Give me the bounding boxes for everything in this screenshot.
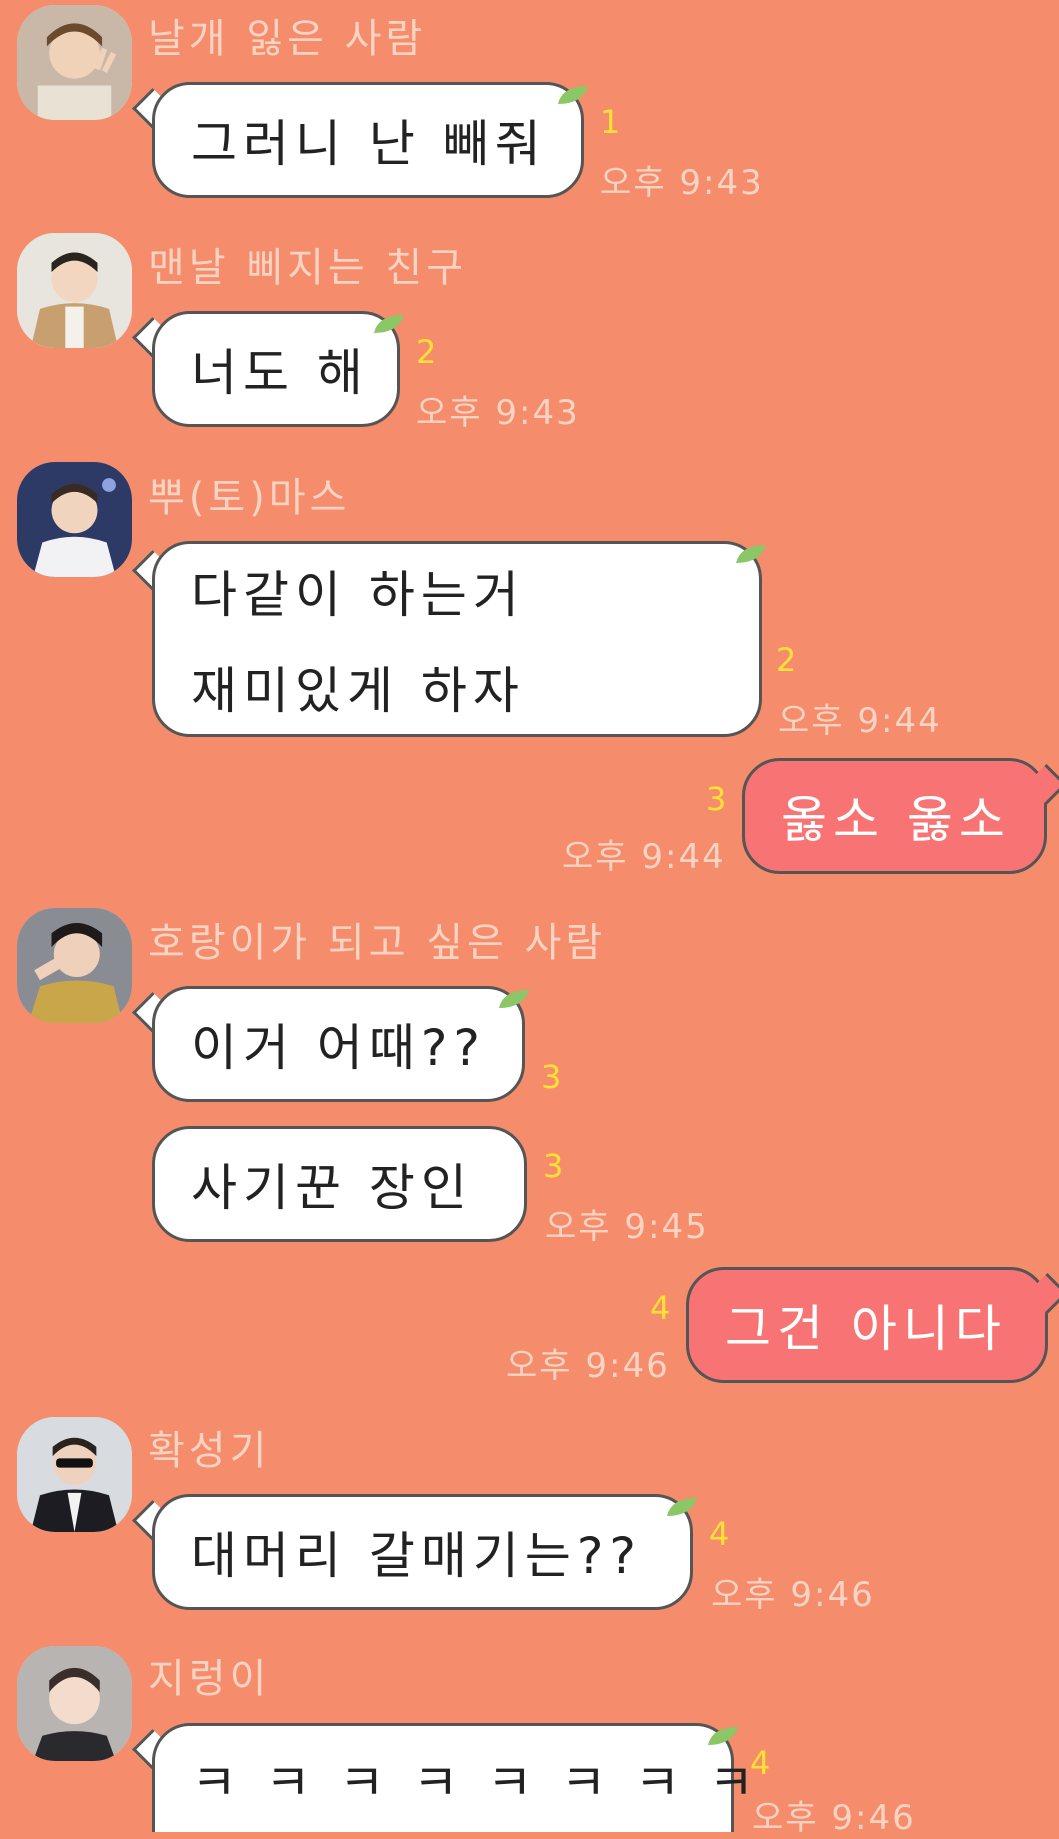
sender-name: 확성기 xyxy=(148,1428,271,1474)
message-text: ㅋ ㅋ ㅋ ㅋ ㅋ ㅋ ㅋ ㅋ xyxy=(191,1754,761,1812)
read-count: 1 xyxy=(600,103,621,141)
message-bubble[interactable]: ㅋ ㅋ ㅋ ㅋ ㅋ ㅋ ㅋ ㅋ xyxy=(152,1723,761,1832)
avatar[interactable] xyxy=(17,5,132,120)
avatar[interactable] xyxy=(17,462,132,577)
message-bubble[interactable]: 다같이 하는거 재미있게 하자 xyxy=(152,541,762,737)
message-text: 재미있게 하자 xyxy=(191,662,525,720)
message-bubble[interactable]: 그건 아니다 xyxy=(686,1267,1048,1383)
timestamp: 오후 9:45 xyxy=(545,1207,709,1247)
sender-name: 맨날 삐지는 친구 xyxy=(148,245,468,291)
timestamp: 오후 9:43 xyxy=(416,393,580,433)
timestamp: 오후 9:46 xyxy=(711,1575,875,1615)
read-count: 4 xyxy=(650,1289,671,1327)
leaf-icon xyxy=(736,545,766,563)
sender-name: 뿌(토)마스 xyxy=(148,475,351,521)
message-text: 그러니 난 빼줘 xyxy=(191,115,547,173)
leaf-icon xyxy=(558,86,588,104)
read-count: 4 xyxy=(709,1515,730,1553)
message-bubble[interactable]: 대머리 갈매기는?? xyxy=(152,1494,693,1610)
avatar[interactable] xyxy=(17,1417,132,1532)
sender-name: 지렁이 xyxy=(148,1656,271,1702)
read-count: 2 xyxy=(776,641,797,679)
read-count: 3 xyxy=(541,1058,562,1096)
message-bubble[interactable]: 사기꾼 장인 xyxy=(152,1126,527,1242)
message-text: 옳소 옳소 xyxy=(781,791,1011,849)
chat-room[interactable]: 날개 잃은 사람 그러니 난 빼줘 1 오후 9:43 맨날 삐지는 친구 너도… xyxy=(0,0,1059,1838)
timestamp: 오후 9:43 xyxy=(600,163,764,203)
leaf-icon xyxy=(708,1727,738,1745)
message-bubble[interactable]: 옳소 옳소 xyxy=(742,758,1047,874)
read-count: 3 xyxy=(706,780,727,818)
sender-name: 날개 잃은 사람 xyxy=(148,16,427,62)
message-text: 그건 아니다 xyxy=(725,1300,1007,1358)
message-text: 너도 해 xyxy=(191,344,369,402)
timestamp: 오후 9:44 xyxy=(778,701,942,741)
avatar[interactable] xyxy=(17,1646,132,1761)
leaf-icon xyxy=(667,1498,697,1516)
leaf-icon xyxy=(499,990,529,1008)
message-text: 이거 어때?? xyxy=(191,1019,486,1077)
timestamp: 오후 9:44 xyxy=(562,837,726,877)
read-count: 4 xyxy=(750,1744,771,1782)
avatar[interactable] xyxy=(17,233,132,348)
message-text: 다같이 하는거 xyxy=(191,566,525,624)
read-count: 3 xyxy=(543,1147,564,1185)
read-count: 2 xyxy=(416,333,437,371)
message-bubble[interactable]: 이거 어때?? xyxy=(152,986,525,1102)
message-text: 사기꾼 장인 xyxy=(191,1159,473,1217)
message-bubble[interactable]: 너도 해 xyxy=(152,311,400,427)
sender-name: 호랑이가 되고 싶은 사람 xyxy=(148,920,607,966)
avatar[interactable] xyxy=(17,908,132,1023)
message-bubble[interactable]: 그러니 난 빼줘 xyxy=(152,82,584,198)
timestamp: 오후 9:46 xyxy=(506,1346,670,1386)
message-text: 대머리 갈매기는?? xyxy=(191,1527,642,1585)
leaf-icon xyxy=(374,315,404,333)
